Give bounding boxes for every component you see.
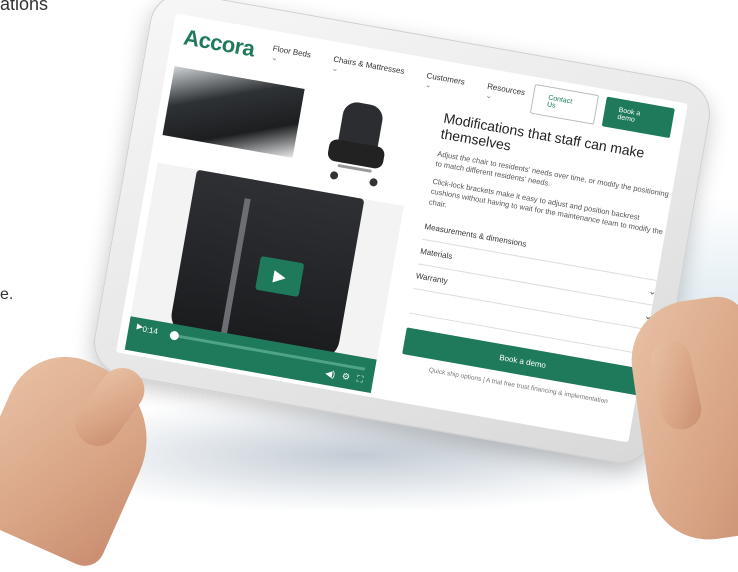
chair-wheel [368,177,379,187]
accora-logo[interactable]: Accora [182,24,257,62]
menu-item-floor-beds[interactable]: Floor Beds [270,44,320,70]
video-progress-knob[interactable] [169,330,180,341]
menu-item-customers[interactable]: Customers [424,71,474,97]
video-time: 0:14 [141,324,159,337]
background-text-mid: e. [0,286,14,303]
main-menu: Floor Beds Chairs & Mattresses Customers… [270,44,534,108]
chevron-down-icon: ⌄ [647,285,658,299]
background-text-top: ations [0,0,49,14]
fullscreen-icon[interactable]: ⛶ [356,374,364,386]
accordion-label: Materials [419,246,453,262]
play-icon: ▶ [272,267,288,287]
menu-item-resources[interactable]: Resources [485,82,534,108]
header-book-demo-button[interactable]: Book a demo [601,96,675,139]
tablet-screen: Accora Floor Beds Chairs & Mattresses Cu… [116,13,688,443]
play-button[interactable]: ▶ [255,255,305,298]
settings-icon[interactable]: ⚙ [341,371,351,383]
accordion-label: Warranty [415,271,449,286]
menu-item-chairs-mattresses[interactable]: Chairs & Mattresses [331,55,414,87]
tablet-device: Accora Floor Beds Chairs & Mattresses Cu… [88,0,716,469]
product-detail-image [162,66,305,158]
chair-product-image [320,97,399,197]
volume-icon[interactable]: ◀) [324,368,336,381]
contact-us-button[interactable]: Contact Us [530,83,599,125]
video-player[interactable]: ▶ ▶ 0:14 ◀) ⚙ ⛶ [124,162,404,394]
video-control-icons: ◀) ⚙ ⛶ [324,368,364,386]
chair-wheel [329,170,339,181]
